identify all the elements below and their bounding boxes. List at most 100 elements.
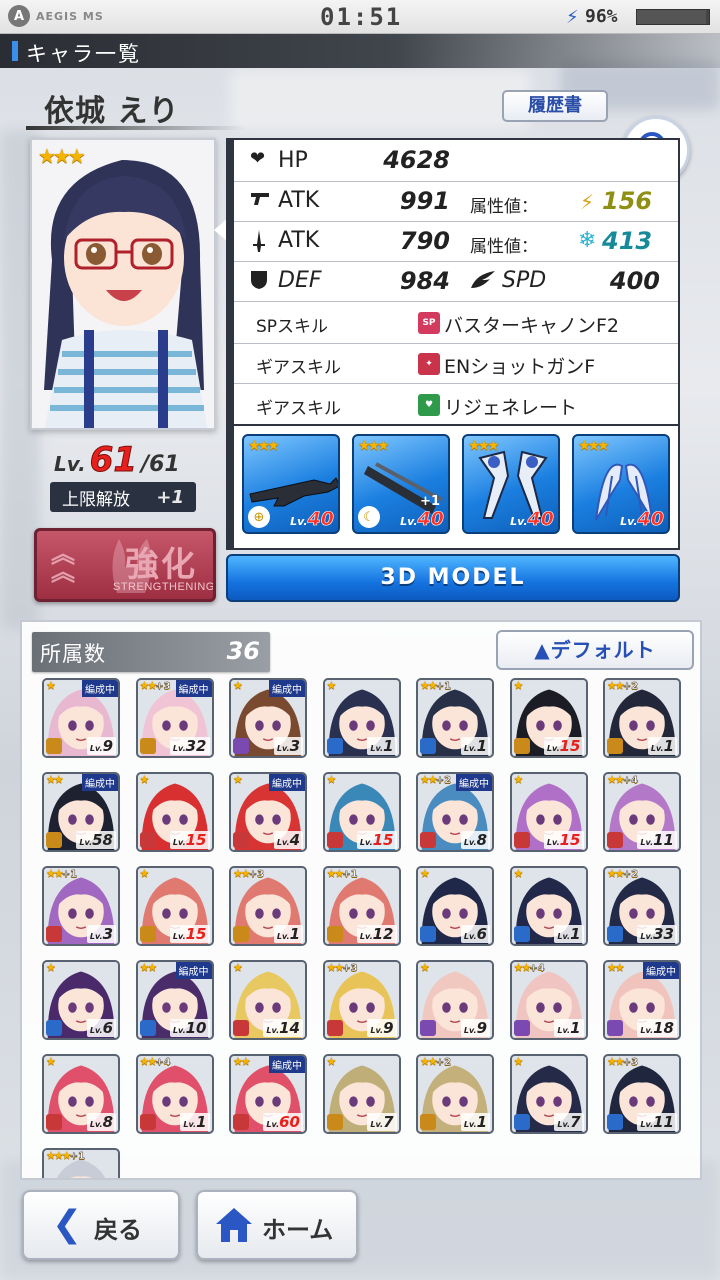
character-card[interactable]: ★★+2 編成中 Lv.8: [416, 772, 494, 852]
character-card[interactable]: ★ Lv.7: [509, 1054, 588, 1134]
character-card[interactable]: ★★+3 Lv.11: [603, 1054, 681, 1134]
character-card[interactable]: ★★★+1: [42, 1148, 120, 1178]
character-portrait[interactable]: ★★★: [30, 138, 216, 430]
attr-value-thunder: 156: [602, 187, 653, 215]
character-card[interactable]: ★ Lv.14: [229, 960, 307, 1040]
snowflake-icon: ❄: [578, 228, 597, 253]
card-plus: +2: [622, 869, 639, 880]
character-card[interactable]: ★★ 編成中 Lv.18: [603, 960, 681, 1040]
character-card[interactable]: ★ 編成中 Lv.9: [42, 678, 120, 758]
character-name: 依城 えり: [44, 94, 180, 129]
character-card[interactable]: ★★+3 編成中 Lv.32: [135, 678, 214, 758]
card-plus: +2: [435, 1057, 452, 1068]
character-card[interactable]: ★ Lv.6: [42, 960, 120, 1040]
home-icon: [216, 1208, 252, 1242]
character-card[interactable]: ★ Lv.8: [42, 1054, 120, 1134]
deployed-badge: 編成中: [82, 680, 118, 697]
card-plus: +4: [622, 775, 639, 786]
resume-button[interactable]: 履歴書: [502, 90, 608, 122]
strengthen-label: 強化: [125, 545, 197, 585]
card-level: Lv.1: [460, 1113, 490, 1131]
character-card[interactable]: ★ Lv.1: [322, 678, 401, 758]
character-card[interactable]: ★ Lv.6: [416, 866, 494, 946]
character-card[interactable]: ★ 編成中 Lv.4: [229, 772, 307, 852]
skill-row-gear-2[interactable]: ギアスキル ♥ リジェネレート: [234, 384, 678, 426]
card-plus: +4: [155, 1057, 171, 1068]
character-card[interactable]: ★★ 編成中 Lv.10: [135, 960, 214, 1040]
character-card[interactable]: ★★+4 Lv.11: [603, 772, 681, 852]
character-card[interactable]: ★ Lv.15: [509, 678, 588, 758]
gear-slot-4[interactable]: ★★★ Lv.40: [572, 434, 670, 534]
background-shape: [230, 70, 530, 130]
gear-level: Lv.40: [510, 508, 554, 531]
card-level: Lv.3: [86, 925, 116, 943]
sort-button[interactable]: ▲デフォルト: [496, 630, 694, 670]
card-stars: ★: [326, 679, 337, 692]
character-card[interactable]: ★★+2 Lv.1: [416, 1054, 494, 1134]
attr-label: 属性値：: [470, 197, 538, 217]
character-card[interactable]: ★ Lv.15: [135, 866, 214, 946]
status-bar: A AEGIS MS 01:51 ⚡ 96%: [0, 0, 720, 34]
card-stars: ★: [233, 773, 243, 786]
character-card[interactable]: ★ Lv.1: [509, 866, 588, 946]
card-stars: ★★+3: [326, 961, 358, 974]
3d-model-button[interactable]: 3D MODEL: [226, 554, 680, 602]
card-level: Lv.1: [554, 1019, 584, 1037]
skill-type-label: ギアスキル: [256, 399, 341, 419]
character-card[interactable]: ★★ 編成中 Lv.58: [42, 772, 120, 852]
character-card[interactable]: ★★+4 Lv.1: [509, 960, 588, 1040]
weapon-class-icon: [513, 1020, 530, 1036]
character-card[interactable]: ★★+2 Lv.33: [603, 866, 681, 946]
card-stars: ★: [513, 867, 524, 880]
gear-slot-2[interactable]: ★★★ +1 ☾ Lv.40: [352, 434, 450, 534]
card-level: Lv.9: [460, 1019, 490, 1037]
card-level: Lv.11: [637, 831, 677, 849]
character-card[interactable]: ★ Lv.9: [416, 960, 494, 1040]
gear-slot-3[interactable]: ★★★ Lv.40: [462, 434, 560, 534]
character-card[interactable]: ★★+3 Lv.1: [229, 866, 307, 946]
card-stars: ★: [139, 867, 150, 880]
gear-level: Lv.40: [620, 508, 664, 531]
character-card[interactable]: ★ Lv.15: [322, 772, 401, 852]
card-stars: ★★+2: [420, 773, 452, 786]
character-card[interactable]: ★ Lv.15: [509, 772, 588, 852]
weapon-class-icon: [607, 1114, 623, 1130]
character-card[interactable]: ★★+2 Lv.1: [603, 678, 681, 758]
character-card[interactable]: ★ Lv.15: [135, 772, 214, 852]
card-stars: ★: [46, 961, 56, 974]
character-card[interactable]: ★★+1 Lv.12: [322, 866, 401, 946]
character-card[interactable]: ★ 編成中 Lv.3: [229, 678, 307, 758]
character-card[interactable]: ★ Lv.7: [322, 1054, 401, 1134]
card-stars: ★★+2: [420, 1055, 452, 1068]
character-card[interactable]: ★★+1 Lv.3: [42, 866, 120, 946]
character-card[interactable]: ★★+3 Lv.9: [322, 960, 401, 1040]
card-stars: ★: [326, 773, 337, 786]
home-button[interactable]: ホーム: [196, 1190, 358, 1260]
shield-icon: [250, 270, 268, 295]
card-level: Lv.7: [367, 1113, 397, 1131]
skill-row-gear-1[interactable]: ギアスキル ✦ ENショットガンF: [234, 344, 678, 384]
weapon-class-icon: [233, 832, 249, 848]
card-level: Lv.6: [86, 1019, 116, 1037]
card-level: Lv.1: [367, 737, 397, 755]
card-level: Lv.10: [169, 1019, 210, 1037]
name-underline: [26, 126, 246, 130]
weapon-class-icon: [513, 926, 530, 942]
gear-slot-1[interactable]: ★★★ ⊕ Lv.40: [242, 434, 340, 534]
character-card[interactable]: ★★+1 Lv.1: [416, 678, 494, 758]
level-max: /61: [141, 452, 180, 477]
gear-level: Lv.40: [290, 508, 334, 531]
card-level: Lv.15: [356, 831, 397, 849]
skill-row-sp[interactable]: SPスキル SP バスターキャノンF2: [234, 302, 678, 344]
card-level: Lv.9: [367, 1019, 397, 1037]
back-button[interactable]: ❮ 戻る: [22, 1190, 180, 1260]
sp-skill-icon: SP: [418, 312, 440, 334]
card-stars: ★: [326, 1055, 337, 1068]
card-stars: ★★+4: [607, 773, 639, 786]
strengthen-button[interactable]: ︽ ︽ 強化 STRENGTHENING: [34, 528, 216, 602]
gear-plus: +1: [420, 494, 440, 509]
card-level: Lv.1: [647, 737, 677, 755]
attr-value-ice: 413: [602, 227, 653, 255]
character-card[interactable]: ★★+4 Lv.1: [135, 1054, 214, 1134]
character-card[interactable]: ★★ 編成中 Lv.60: [229, 1054, 307, 1134]
